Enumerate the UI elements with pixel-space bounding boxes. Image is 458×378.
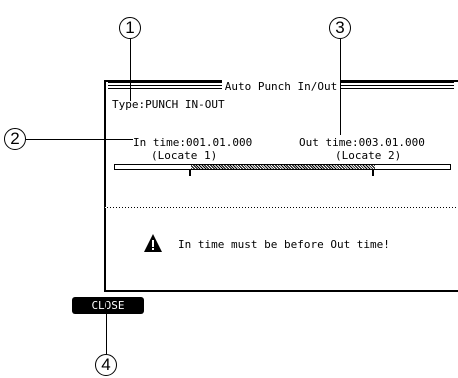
warning-message: In time must be before Out time! [178,238,390,251]
out-time-label: Out time: [299,136,359,149]
callout-2: 2 [4,128,26,150]
out-time-row[interactable]: Out time:003.01.000 [299,136,425,149]
type-label: Type: [112,98,146,111]
callout-1: 1 [119,17,141,39]
callout-3: 3 [329,17,351,39]
in-time-label: In time: [133,136,186,149]
callout-3-leader [340,39,341,135]
out-marker [372,170,374,176]
in-marker [189,170,191,176]
type-value[interactable]: PUNCH IN-OUT [145,98,224,111]
in-locate-label[interactable]: (Locate 1) [151,149,217,162]
dotted-divider [104,207,458,208]
callout-2-leader [26,139,133,140]
close-button[interactable]: CLOSE [72,297,144,314]
warning-triangle-icon [143,233,163,253]
punch-range-bar [114,164,451,170]
callout-1-leader [130,39,131,101]
in-time-value[interactable]: 001.01.000 [186,136,252,149]
dialog-title-bar: Auto Punch In/Out [104,80,458,94]
in-time-row[interactable]: In time:001.01.000 [133,136,252,149]
dialog-title: Auto Punch In/Out [104,80,458,94]
auto-punch-dialog [104,80,458,292]
callout-4: 4 [95,354,117,376]
callout-4-leader [106,302,107,354]
out-time-value[interactable]: 003.01.000 [359,136,425,149]
type-row[interactable]: Type:PUNCH IN-OUT [112,98,225,111]
out-locate-label[interactable]: (Locate 2) [335,149,401,162]
punch-range-fill [191,165,375,169]
